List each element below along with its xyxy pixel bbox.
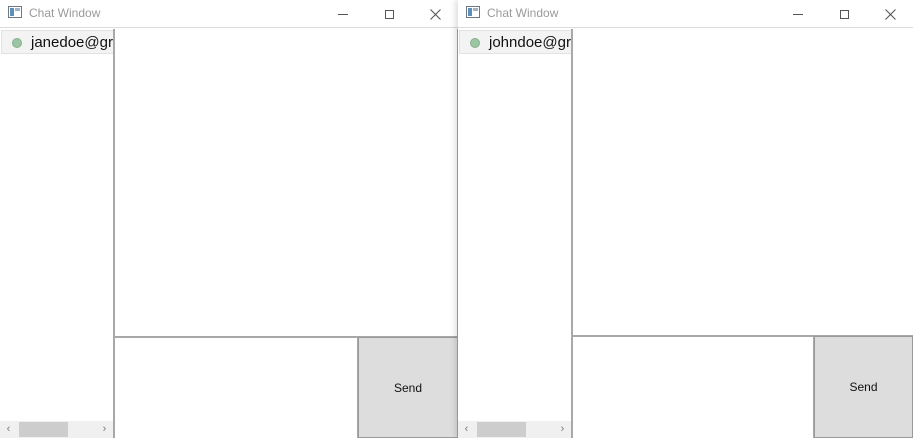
title-bar[interactable]: Chat Window [458,0,913,28]
app-icon [8,6,22,18]
send-button[interactable]: Send [358,337,458,438]
message-input[interactable] [573,337,814,438]
minimize-button[interactable] [775,0,821,28]
scroll-left-icon[interactable]: ‹ [458,421,475,438]
window-title: Chat Window [29,6,101,20]
close-icon [429,8,441,20]
chat-window-johndoe: Chat Window johndoe@gr ‹ › Send [458,0,913,438]
minimize-icon [338,13,348,15]
chat-window-janedoe: Chat Window janedoe@gr ‹ › Send [0,0,458,438]
scroll-left-icon[interactable]: ‹ [0,421,17,438]
message-history[interactable] [115,29,458,338]
contact-label: johndoe@gr [489,34,571,51]
minimize-button[interactable] [320,0,366,28]
app-icon [466,6,480,18]
close-button[interactable] [867,0,913,28]
contact-list[interactable]: johndoe@gr ‹ › [458,29,573,438]
contact-item[interactable]: janedoe@gr [1,30,113,54]
scroll-right-icon[interactable]: › [96,421,113,438]
contact-label: janedoe@gr [31,34,113,51]
scrollbar-thumb[interactable] [19,422,68,437]
minimize-icon [793,13,803,15]
status-dot-icon [12,38,22,48]
horizontal-scrollbar[interactable]: ‹ › [0,421,113,438]
close-button[interactable] [412,0,458,28]
message-input[interactable] [115,338,358,438]
contact-item[interactable]: johndoe@gr [459,30,571,54]
send-button[interactable]: Send [814,336,913,438]
maximize-button[interactable] [821,0,867,28]
maximize-button[interactable] [366,0,412,28]
title-bar[interactable]: Chat Window [0,0,458,28]
status-dot-icon [470,38,480,48]
message-history[interactable] [573,29,913,337]
horizontal-scrollbar[interactable]: ‹ › [458,421,571,438]
scrollbar-thumb[interactable] [477,422,526,437]
maximize-icon [384,9,394,19]
scroll-right-icon[interactable]: › [554,421,571,438]
contact-list[interactable]: janedoe@gr ‹ › [0,29,115,438]
close-icon [884,8,896,20]
maximize-icon [839,9,849,19]
window-title: Chat Window [487,6,559,20]
